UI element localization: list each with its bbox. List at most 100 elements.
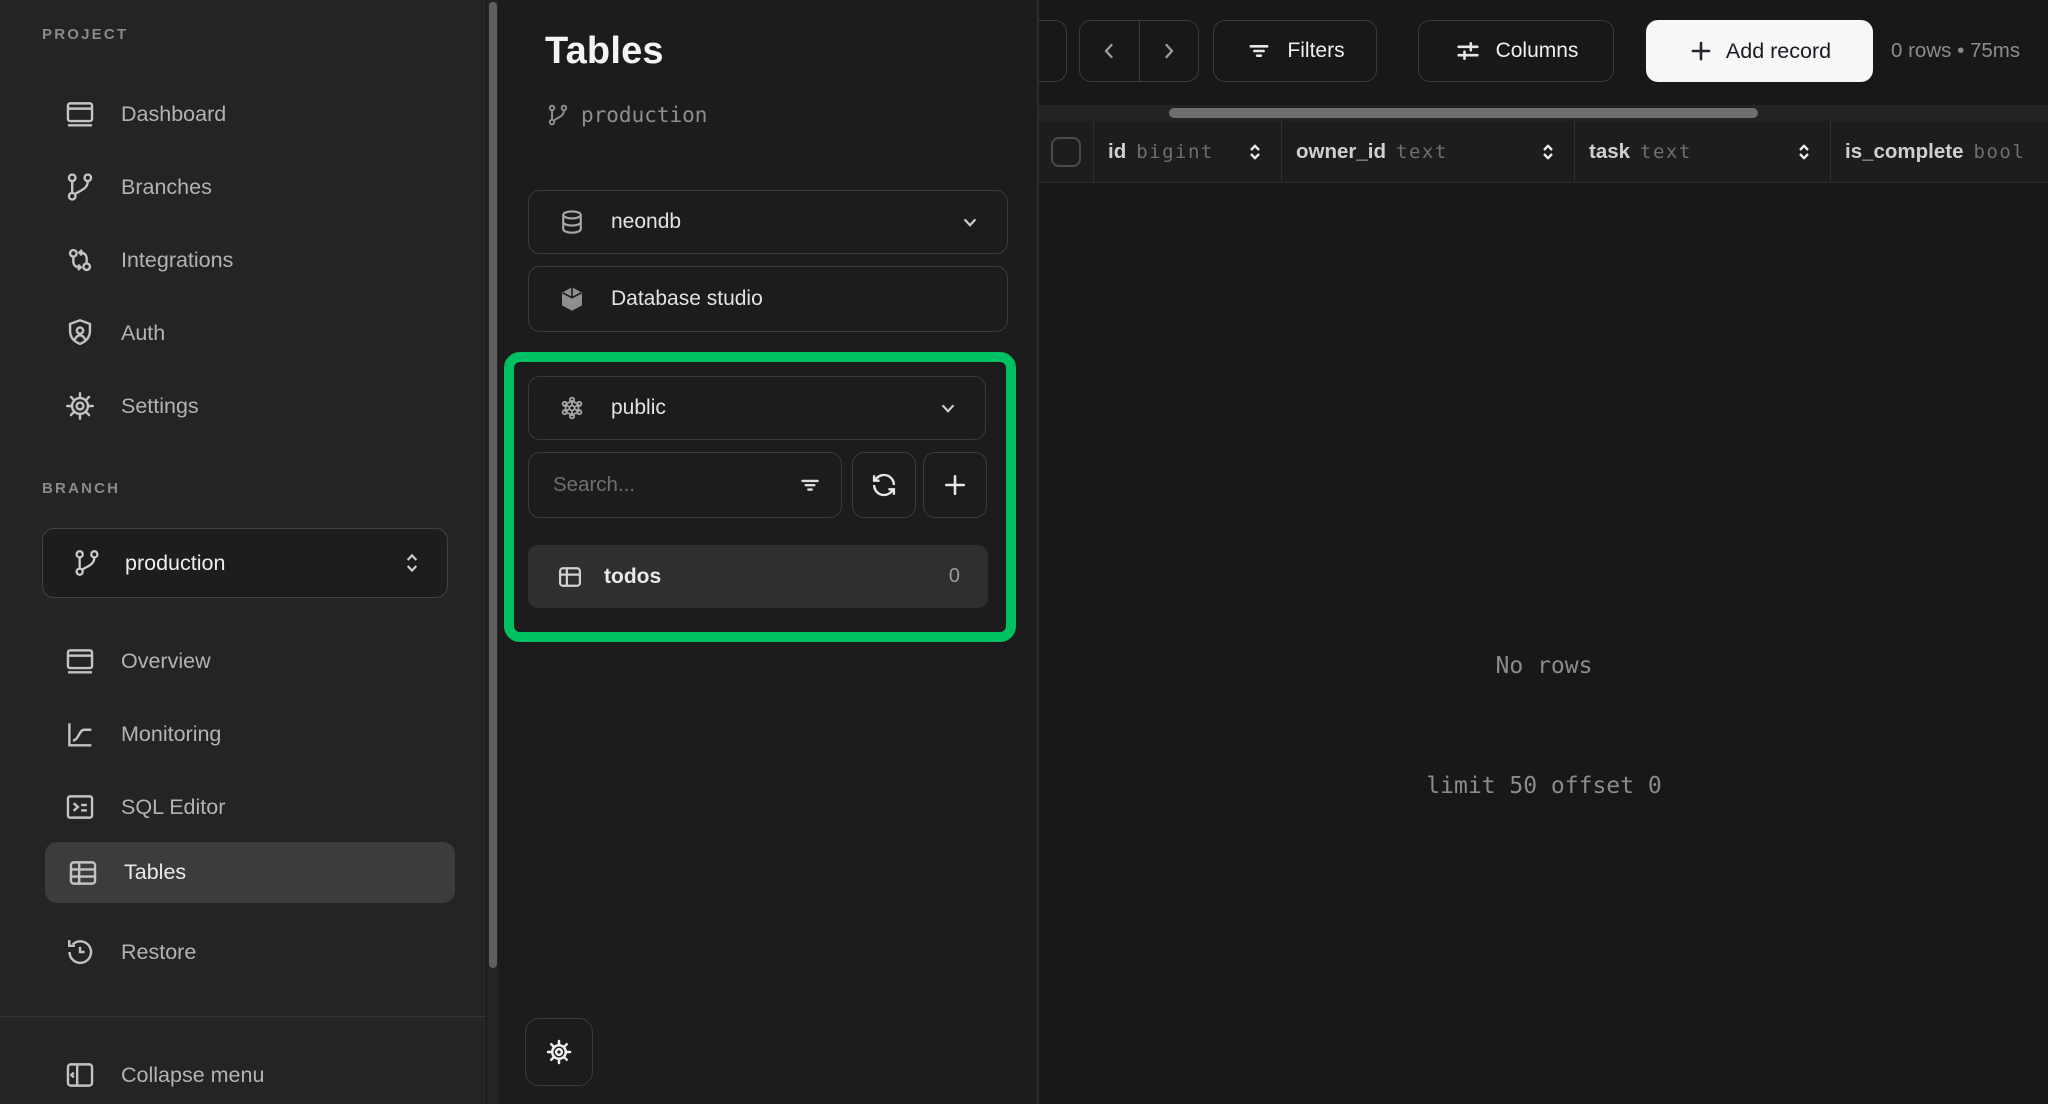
database-studio-button[interactable]: Database studio (528, 266, 1008, 332)
search-input[interactable] (553, 473, 787, 497)
next-page-button[interactable] (1139, 21, 1199, 81)
columns-button[interactable]: Columns (1418, 20, 1614, 82)
database-selector-value: neondb (611, 210, 933, 234)
sidebar-scrollbar-thumb[interactable] (489, 2, 497, 968)
sidebar-item-label: Auth (121, 321, 165, 346)
sidebar-item-tables[interactable]: Tables (45, 842, 455, 903)
chevron-up-down-icon (399, 550, 425, 576)
empty-state: No rows limit 50 offset 0 (1039, 566, 2048, 886)
column-header-id[interactable]: id bigint (1093, 121, 1281, 182)
column-type: bool (1974, 141, 2026, 163)
sidebar: PROJECT Dashboard Branches Integrations … (0, 0, 498, 1104)
project-section-label: PROJECT (42, 26, 128, 43)
table-icon (66, 856, 100, 890)
database-studio-label: Database studio (611, 287, 983, 311)
select-all-cell (1039, 121, 1093, 182)
chevron-down-icon (935, 395, 961, 421)
schema-selector-value: public (611, 396, 911, 420)
cube-icon (557, 284, 587, 314)
filter-icon (1245, 37, 1273, 65)
table-name: todos (604, 565, 929, 589)
chevron-right-icon (1157, 39, 1181, 63)
column-type: bigint (1136, 141, 1214, 163)
restore-history-icon (63, 935, 97, 969)
dashboard-icon (63, 97, 97, 131)
sidebar-item-monitoring[interactable]: Monitoring (42, 705, 452, 763)
sidebar-item-label: Integrations (121, 248, 233, 273)
branch-section-label: BRANCH (42, 480, 120, 497)
gear-icon (63, 389, 97, 423)
refresh-tables-button[interactable] (852, 452, 916, 518)
refresh-icon (870, 471, 898, 499)
sidebar-item-label: Dashboard (121, 102, 226, 127)
plus-icon (1688, 38, 1714, 64)
sidebar-divider (0, 1016, 486, 1017)
sort-icon[interactable] (1792, 140, 1816, 164)
sidebar-item-settings[interactable]: Settings (42, 377, 452, 435)
sliders-icon (1454, 37, 1482, 65)
sidebar-item-sql-editor[interactable]: SQL Editor (42, 778, 452, 836)
sidebar-item-label: Restore (121, 940, 196, 965)
branch-selector-value: production (125, 551, 377, 576)
shield-user-icon (63, 316, 97, 350)
chevron-left-icon (1097, 39, 1121, 63)
clipped-toolbar-button[interactable] (1038, 20, 1067, 82)
grid-header-row: id bigint owner_id text task text (1039, 121, 2048, 183)
chevron-down-icon (957, 209, 983, 235)
horizontal-scrollbar-thumb[interactable] (1169, 108, 1758, 118)
branch-breadcrumb: production (545, 102, 707, 128)
query-status-text: 0 rows • 75ms (1891, 20, 2020, 82)
sort-icon[interactable] (1536, 140, 1560, 164)
add-record-label: Add record (1726, 39, 1831, 64)
sidebar-item-branches[interactable]: Branches (42, 158, 452, 216)
filter-icon[interactable] (797, 472, 823, 498)
database-selector[interactable]: neondb (528, 190, 1008, 254)
sidebar-item-label: Monitoring (121, 722, 221, 747)
select-all-checkbox[interactable] (1051, 137, 1081, 167)
sort-icon[interactable] (1243, 140, 1267, 164)
integrations-icon (63, 243, 97, 277)
pagination-control (1079, 20, 1199, 82)
column-header-is-complete[interactable]: is_complete bool (1830, 121, 2048, 182)
column-name: id (1108, 140, 1126, 164)
overview-icon (63, 644, 97, 678)
collapse-panel-icon (63, 1058, 97, 1092)
column-name: is_complete (1845, 140, 1964, 164)
columns-button-label: Columns (1496, 39, 1579, 63)
add-table-button[interactable] (923, 452, 987, 518)
column-header-task[interactable]: task text (1574, 121, 1830, 182)
filters-button[interactable]: Filters (1213, 20, 1377, 82)
table-list-item-todos[interactable]: todos 0 (528, 545, 988, 608)
column-header-owner-id[interactable]: owner_id text (1281, 121, 1574, 182)
sidebar-item-label: Overview (121, 649, 211, 674)
sidebar-item-integrations[interactable]: Integrations (42, 231, 452, 289)
add-record-button[interactable]: Add record (1646, 20, 1873, 82)
schema-graph-icon (557, 393, 587, 423)
sidebar-item-label: Collapse menu (121, 1063, 264, 1088)
table-row-count: 0 (949, 565, 960, 588)
sidebar-item-restore[interactable]: Restore (42, 923, 452, 981)
sidebar-item-label: Tables (124, 860, 186, 885)
collapse-menu-button[interactable]: Collapse menu (42, 1046, 452, 1104)
sidebar-item-dashboard[interactable]: Dashboard (42, 85, 452, 143)
branch-selector[interactable]: production (42, 528, 448, 598)
database-icon (557, 207, 587, 237)
table-search-field (528, 452, 842, 518)
panel-settings-button[interactable] (525, 1018, 593, 1086)
page-title: Tables (545, 30, 664, 73)
column-type: text (1396, 141, 1448, 163)
prev-page-button[interactable] (1080, 21, 1139, 81)
plus-icon (941, 471, 969, 499)
sidebar-item-overview[interactable]: Overview (42, 632, 452, 690)
git-branch-icon (545, 102, 571, 128)
data-grid-panel: Filters Columns Add record 0 rows • 75ms… (1038, 0, 2048, 1104)
column-name: owner_id (1296, 140, 1386, 164)
column-name: task (1589, 140, 1630, 164)
sidebar-item-auth[interactable]: Auth (42, 304, 452, 362)
sql-editor-icon (63, 790, 97, 824)
table-icon (556, 563, 584, 591)
neon-console-app: PROJECT Dashboard Branches Integrations … (0, 0, 2048, 1104)
column-type: text (1640, 141, 1692, 163)
schema-selector[interactable]: public (528, 376, 986, 440)
sidebar-item-label: SQL Editor (121, 795, 225, 820)
